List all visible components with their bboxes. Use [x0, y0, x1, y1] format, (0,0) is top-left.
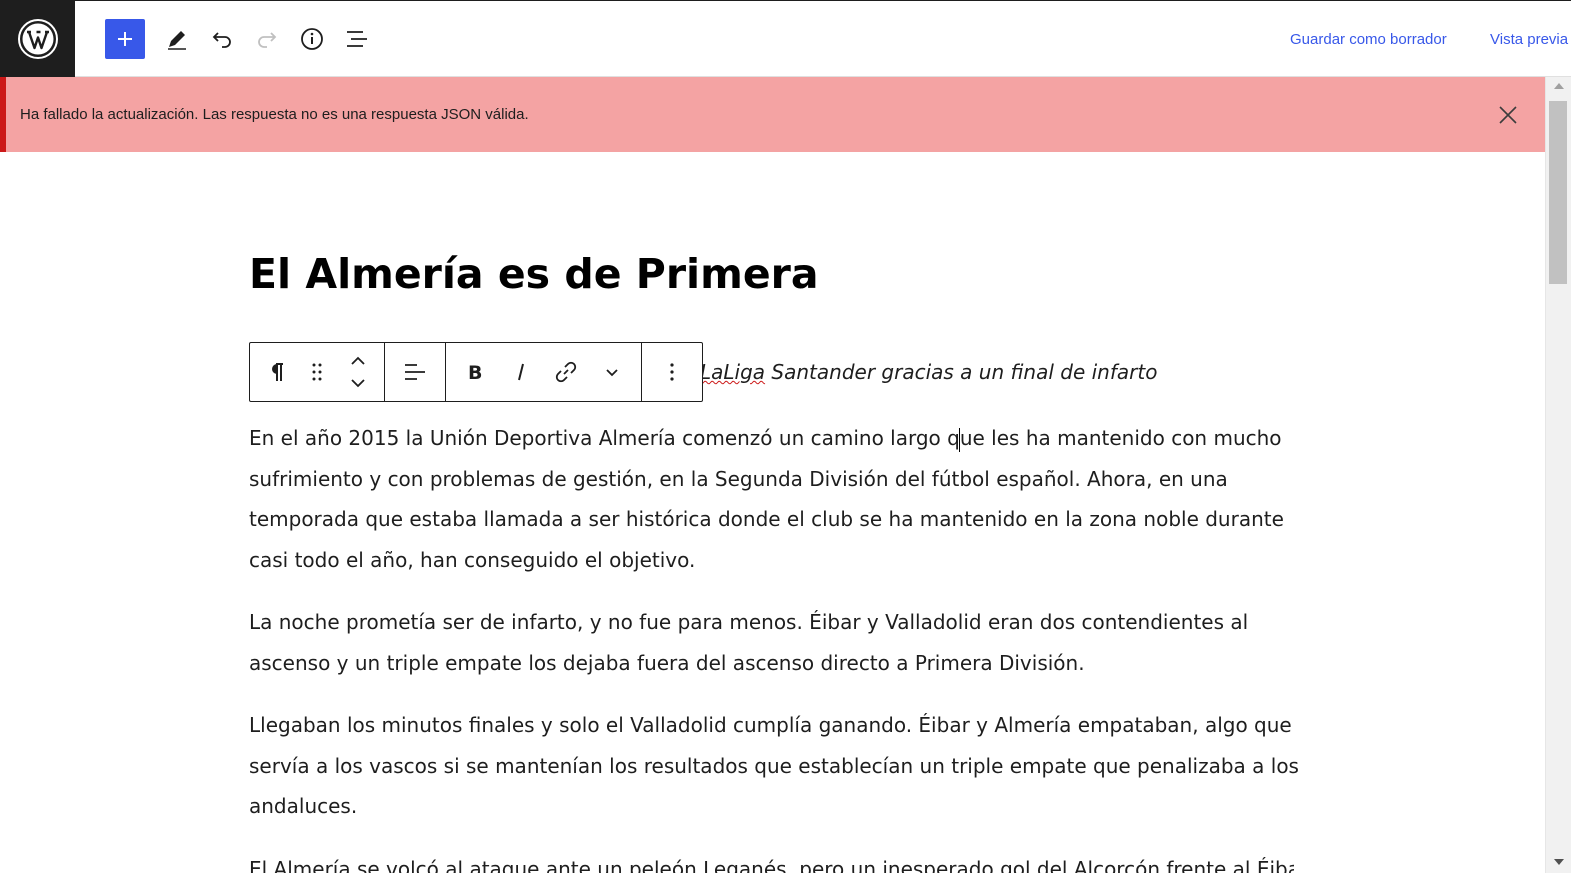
drag-handle-button[interactable] [298, 343, 336, 401]
subtitle-paragraph[interactable]: LaLiga Santander gracias a un final de i… [700, 360, 1157, 384]
undo-icon [212, 32, 231, 48]
block-toolbar-group-align [385, 343, 446, 401]
save-draft-button[interactable]: Guardar como borrador [1290, 31, 1447, 48]
info-icon [301, 28, 323, 50]
plus-icon [118, 32, 132, 46]
block-toolbar: B [249, 342, 703, 402]
italic-icon [517, 363, 524, 381]
svg-text:B: B [468, 362, 482, 383]
vertical-scrollbar[interactable] [1545, 77, 1571, 873]
paragraph-icon [272, 363, 284, 381]
paragraph-1-text-start: En el año 2015 la Unión Deportiva Almerí… [249, 426, 960, 450]
paragraph-block-2[interactable]: La noche prometía ser de infarto, y no f… [249, 602, 1299, 683]
scrollbar-thumb[interactable] [1549, 101, 1567, 284]
paragraph-block-4[interactable]: El Almería se volcó al ataque ante un pe… [249, 849, 1294, 873]
block-type-button[interactable] [257, 343, 295, 401]
redo-button[interactable] [247, 19, 287, 59]
list-view-button[interactable] [337, 19, 377, 59]
paragraph-block-1[interactable]: En el año 2015 la Unión Deportiva Almerí… [249, 418, 1299, 580]
dismiss-notice-button[interactable] [1496, 103, 1520, 127]
align-button[interactable] [393, 343, 437, 401]
link-button[interactable] [544, 343, 588, 401]
pencil-icon [168, 31, 186, 50]
preview-button[interactable]: Vista previa [1490, 31, 1568, 48]
scroll-up-arrow-icon[interactable] [1554, 83, 1564, 89]
paragraph-block-3[interactable]: Llegaban los minutos finales y solo el V… [249, 705, 1299, 827]
add-block-button[interactable] [105, 19, 145, 59]
bold-button[interactable]: B [453, 343, 497, 401]
editor-header: Guardar como borrador Vista previa [0, 0, 1571, 77]
more-options-icon [670, 363, 674, 381]
chevron-down-icon [606, 369, 618, 377]
error-notice: Ha fallado la actualización. Las respues… [0, 77, 1545, 152]
move-buttons[interactable] [339, 343, 377, 401]
bold-icon: B [468, 362, 482, 383]
link-icon [556, 361, 577, 383]
notice-text: Ha fallado la actualización. Las respues… [20, 106, 529, 123]
redo-icon [258, 32, 277, 48]
block-toolbar-group-block [250, 343, 385, 401]
wordpress-logo-button[interactable] [0, 1, 75, 77]
wordpress-logo-icon [17, 19, 58, 59]
undo-button[interactable] [202, 19, 242, 59]
block-toolbar-group-options [642, 343, 702, 401]
italic-button[interactable] [499, 343, 543, 401]
align-left-icon [405, 364, 425, 380]
scroll-down-arrow-icon[interactable] [1554, 859, 1564, 865]
post-title[interactable]: El Almería es de Primera [249, 250, 819, 298]
move-up-down-icon [351, 356, 365, 388]
more-formats-button[interactable] [590, 343, 634, 401]
block-toolbar-group-format: B [446, 343, 642, 401]
details-button[interactable] [292, 19, 332, 59]
block-options-button[interactable] [650, 343, 694, 401]
list-view-icon [347, 31, 367, 47]
subtitle-prefix: LaLiga [700, 360, 766, 384]
tools-button[interactable] [157, 19, 197, 59]
drag-handle-icon [312, 363, 322, 381]
close-icon [1499, 106, 1517, 124]
subtitle-text: Santander gracias a un final de infarto [765, 360, 1158, 384]
